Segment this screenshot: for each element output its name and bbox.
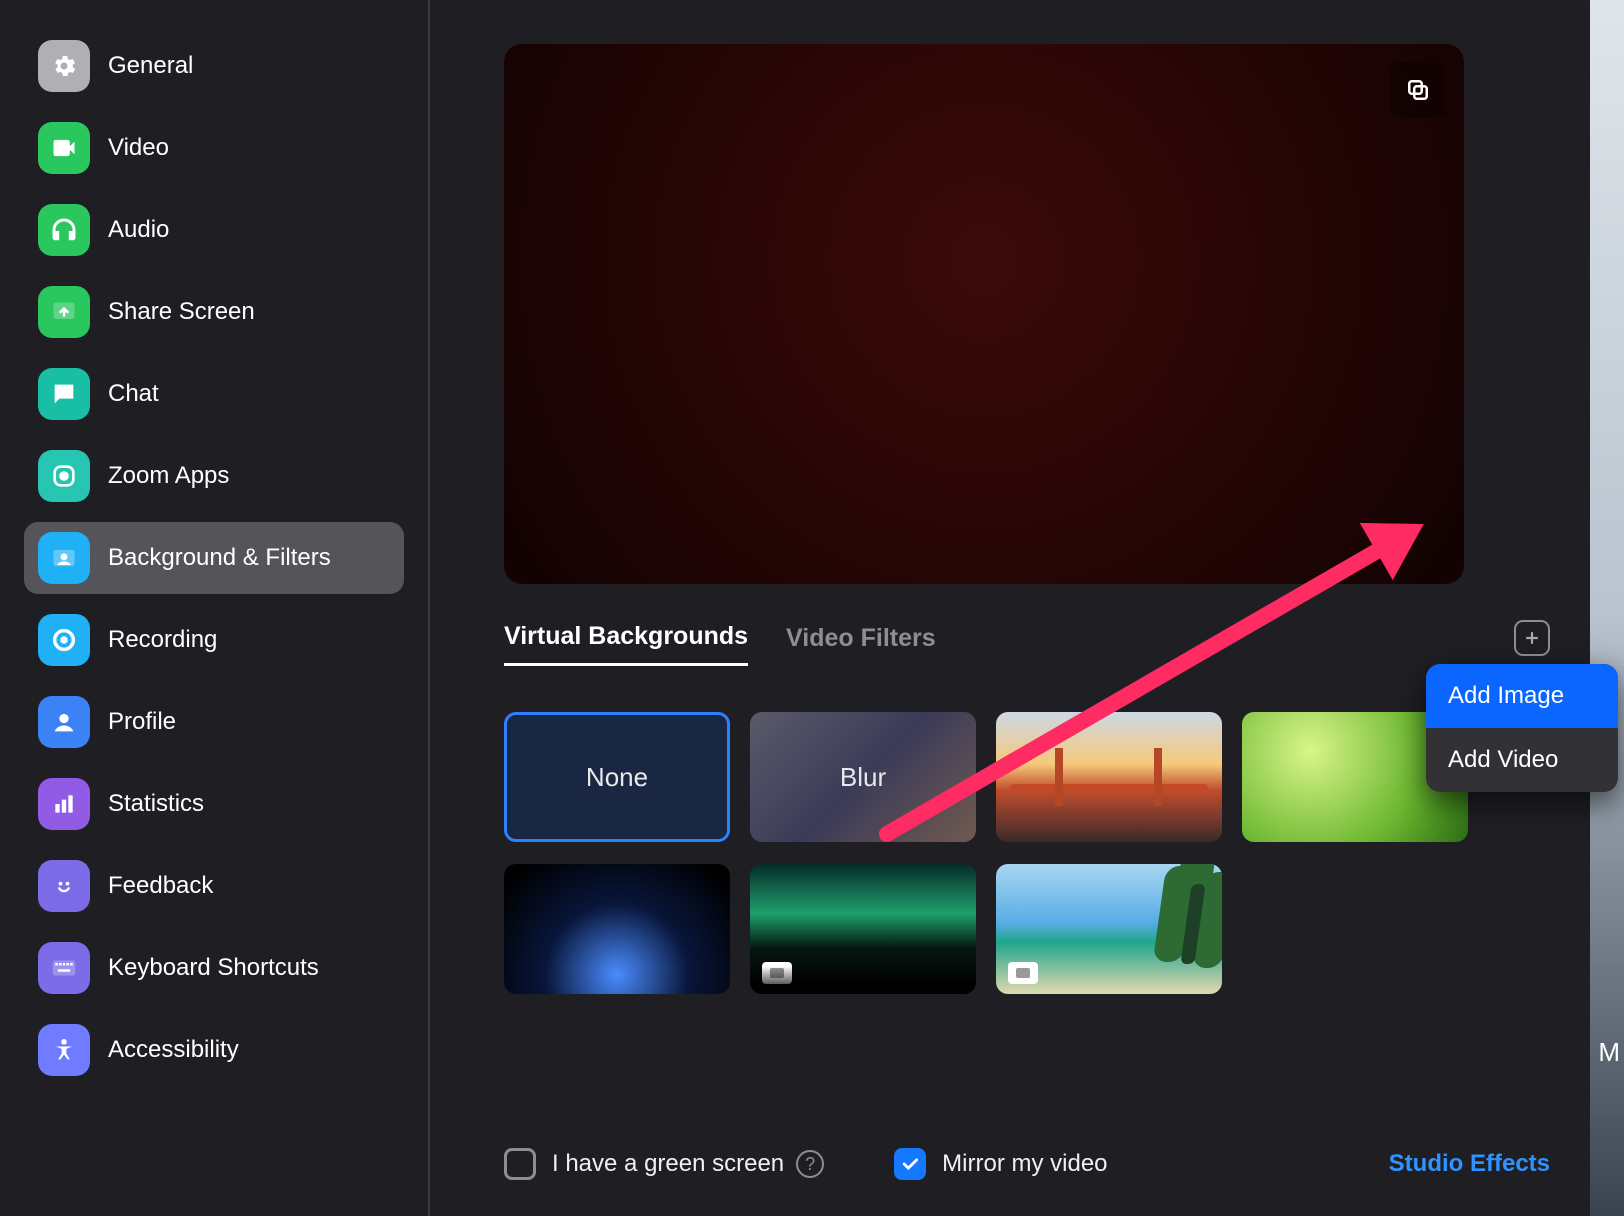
bg-tile-beach[interactable] [996, 864, 1222, 994]
sidebar-item-label: Statistics [108, 790, 204, 818]
sidebar-item-share-screen[interactable]: Share Screen [24, 276, 404, 348]
share-screen-icon [38, 286, 90, 338]
bg-tabs: Virtual Backgrounds Video Filters [504, 622, 1550, 666]
mirror-video-label: Mirror my video [942, 1150, 1107, 1178]
sidebar-item-recording[interactable]: Recording [24, 604, 404, 676]
sidebar-item-label: Accessibility [108, 1036, 239, 1064]
sidebar-item-zoom-apps[interactable]: Zoom Apps [24, 440, 404, 512]
record-icon [38, 614, 90, 666]
studio-effects-link[interactable]: Studio Effects [1389, 1150, 1550, 1178]
sidebar-item-audio[interactable]: Audio [24, 194, 404, 266]
mirror-video-checkbox[interactable] [894, 1148, 926, 1180]
sidebar-item-label: Audio [108, 216, 169, 244]
video-icon [38, 122, 90, 174]
sidebar-item-feedback[interactable]: Feedback [24, 850, 404, 922]
bridge-graphic [1010, 784, 1209, 792]
bg-tile-aurora[interactable] [750, 864, 976, 994]
menu-add-video[interactable]: Add Video [1426, 728, 1618, 792]
sidebar-item-label: Keyboard Shortcuts [108, 954, 319, 982]
menu-add-image[interactable]: Add Image [1426, 664, 1618, 728]
sidebar-item-label: Feedback [108, 872, 213, 900]
sidebar-item-label: Zoom Apps [108, 462, 229, 490]
sidebar-item-video[interactable]: Video [24, 112, 404, 184]
desktop-char: M [1598, 1037, 1620, 1068]
gear-icon [38, 40, 90, 92]
green-screen-label: I have a green screen [552, 1150, 784, 1178]
keyboard-icon [38, 942, 90, 994]
bg-tile-none[interactable]: None [504, 712, 730, 842]
apps-icon [38, 450, 90, 502]
sidebar-item-chat[interactable]: Chat [24, 358, 404, 430]
sidebar-item-statistics[interactable]: Statistics [24, 768, 404, 840]
video-icon [762, 962, 792, 984]
settings-window: General Video Audio Share Screen Chat [0, 0, 1624, 1216]
rotate-button[interactable] [1390, 62, 1446, 118]
sidebar-item-label: Chat [108, 380, 159, 408]
sidebar-item-general[interactable]: General [24, 30, 404, 102]
sidebar-item-label: Video [108, 134, 169, 162]
bg-tile-golden-gate[interactable] [996, 712, 1222, 842]
profile-icon [38, 696, 90, 748]
headphones-icon [38, 204, 90, 256]
bridge-graphic [1055, 748, 1063, 806]
bottom-options: I have a green screen ? Mirror my video … [504, 1148, 1550, 1180]
desktop-background-sliver: M [1590, 0, 1624, 1216]
video-icon [1008, 962, 1038, 984]
tab-video-filters[interactable]: Video Filters [786, 624, 936, 665]
tab-virtual-backgrounds[interactable]: Virtual Backgrounds [504, 622, 748, 666]
sidebar-item-label: Share Screen [108, 298, 255, 326]
sidebar-item-label: Recording [108, 626, 217, 654]
bg-tile-label: Blur [840, 762, 886, 793]
settings-sidebar: General Video Audio Share Screen Chat [0, 0, 430, 1216]
sidebar-item-accessibility[interactable]: Accessibility [24, 1014, 404, 1086]
add-menu-popup: Add Image Add Video [1426, 664, 1618, 792]
sidebar-item-label: General [108, 52, 193, 80]
bg-tile-earth[interactable] [504, 864, 730, 994]
smile-icon [38, 860, 90, 912]
background-filters-icon [38, 532, 90, 584]
green-screen-checkbox[interactable] [504, 1148, 536, 1180]
sidebar-item-label: Profile [108, 708, 176, 736]
chat-icon [38, 368, 90, 420]
bg-tile-blur[interactable]: Blur [750, 712, 976, 842]
sidebar-item-keyboard-shortcuts[interactable]: Keyboard Shortcuts [24, 932, 404, 1004]
bridge-graphic [1154, 748, 1162, 806]
add-background-button[interactable] [1514, 620, 1550, 656]
main-panel: Virtual Backgrounds Video Filters None B… [430, 0, 1624, 1216]
bg-tile-label: None [586, 762, 648, 793]
stats-icon [38, 778, 90, 830]
sidebar-item-profile[interactable]: Profile [24, 686, 404, 758]
sidebar-item-label: Background & Filters [108, 544, 331, 572]
help-icon[interactable]: ? [796, 1150, 824, 1178]
sidebar-item-background-filters[interactable]: Background & Filters [24, 522, 404, 594]
video-preview [504, 44, 1464, 584]
accessibility-icon [38, 1024, 90, 1076]
